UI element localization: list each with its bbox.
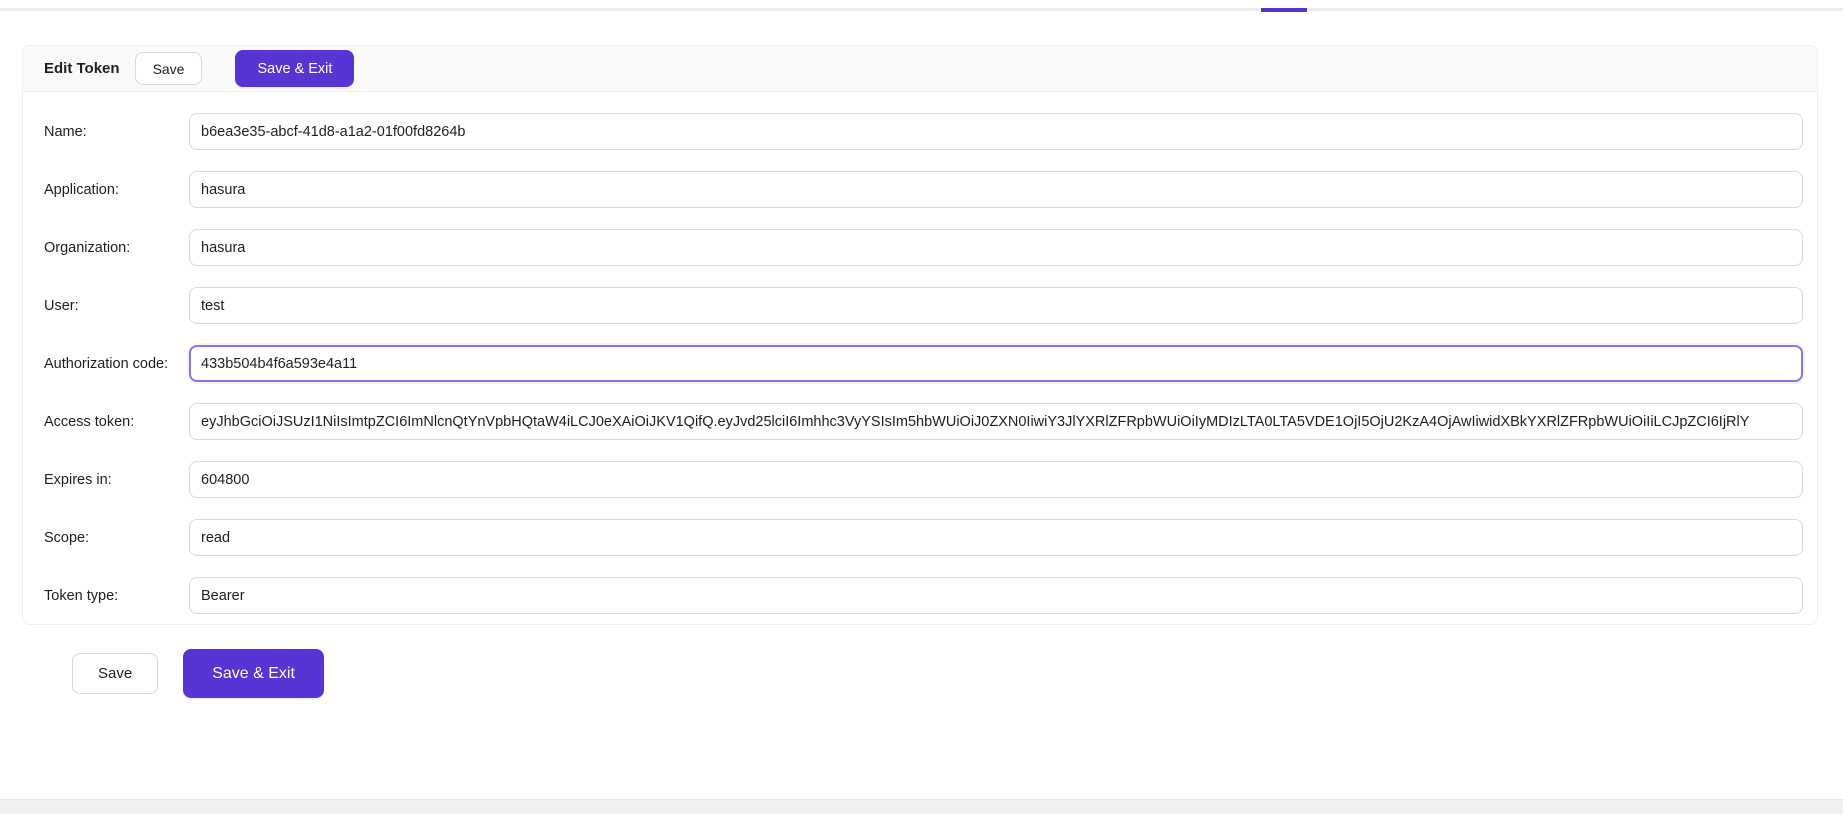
field-input-token-type[interactable] [189,577,1803,614]
edit-token-card: Edit Token Save Save & Exit Name: Applica… [22,45,1818,625]
form-row-token-type: Token type: [44,577,1803,614]
field-label-scope: Scope: [44,530,189,546]
field-label-access-token: Access token: [44,414,189,430]
field-input-expires-in[interactable] [189,461,1803,498]
form-row-organization: Organization: [44,229,1803,266]
field-input-organization[interactable] [189,229,1803,266]
form-row-user: User: [44,287,1803,324]
field-input-application[interactable] [189,171,1803,208]
field-label-organization: Organization: [44,240,189,256]
field-label-token-type: Token type: [44,588,189,604]
top-navbar [0,0,1843,11]
form-rows: Name: Application: Organization: User: Autho… [44,113,1803,614]
token-form: Name: Application: Organization: User: Autho… [23,92,1817,624]
save-button-bottom[interactable]: Save [72,653,158,694]
field-label-authorization-code: Authorization code: [44,356,189,372]
save-button-top[interactable]: Save [135,52,203,85]
form-row-scope: Scope: [44,519,1803,556]
nav-active-tab-indicator[interactable] [1261,8,1307,12]
field-label-expires-in: Expires in: [44,472,189,488]
card-header: Edit Token Save Save & Exit [23,46,1817,92]
page-title: Edit Token [44,60,120,77]
field-input-authorization-code[interactable] [189,345,1803,382]
field-label-name: Name: [44,124,189,140]
save-and-exit-button-top[interactable]: Save & Exit [235,50,354,87]
footer-actions: Save Save & Exit [72,649,324,698]
form-row-application: Application: [44,171,1803,208]
field-label-application: Application: [44,182,189,198]
form-row-access-token: Access token: [44,403,1803,440]
field-input-access-token[interactable] [189,403,1803,440]
field-input-name[interactable] [189,113,1803,150]
field-label-user: User: [44,298,189,314]
form-row-name: Name: [44,113,1803,150]
form-row-expires-in: Expires in: [44,461,1803,498]
field-input-scope[interactable] [189,519,1803,556]
save-and-exit-button-bottom[interactable]: Save & Exit [183,649,324,698]
field-input-user[interactable] [189,287,1803,324]
form-row-authorization-code: Authorization code: [44,345,1803,382]
footer-strip [0,799,1843,814]
